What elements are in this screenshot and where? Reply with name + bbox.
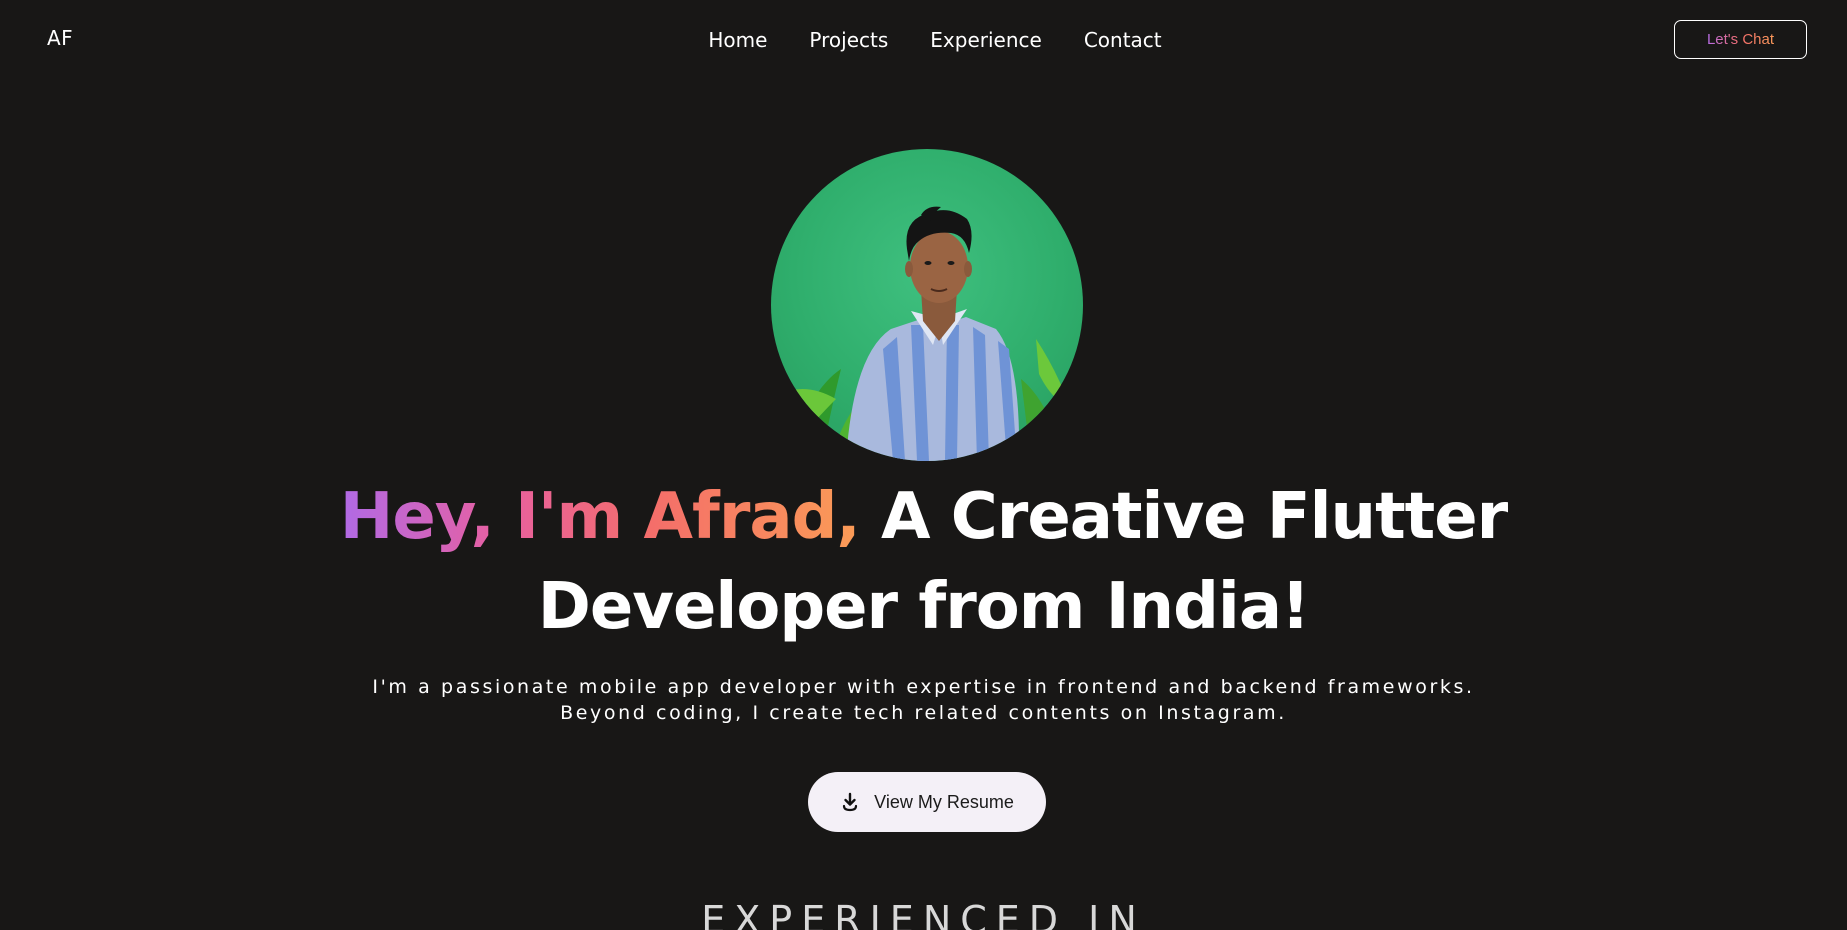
hero-intro-line2: Beyond coding, I create tech related con… <box>560 702 1287 724</box>
experienced-in-heading: EXPERIENCED IN <box>701 898 1146 930</box>
nav-link-projects[interactable]: Projects <box>809 25 888 55</box>
portfolio-page: AF Home Projects Experience Contact Let'… <box>0 0 1847 930</box>
lets-chat-label: Let's Chat <box>1706 31 1775 48</box>
hero-intro: I'm a passionate mobile app developer wi… <box>0 674 1847 726</box>
profile-photo <box>771 206 1071 461</box>
hero-intro-line1: I'm a passionate mobile app developer wi… <box>372 676 1475 698</box>
main-nav: Home Projects Experience Contact <box>0 25 1847 55</box>
download-icon <box>843 792 858 812</box>
view-resume-button[interactable]: View My Resume <box>808 772 1046 832</box>
nav-link-experience[interactable]: Experience <box>930 25 1042 55</box>
nav-link-contact[interactable]: Contact <box>1084 25 1162 55</box>
nav-link-home[interactable]: Home <box>708 25 767 55</box>
hero-headline-line1: A Creative Flutter <box>880 480 1508 554</box>
view-resume-label: View My Resume <box>874 791 1014 812</box>
hero-greeting: Hey, I'm Afrad, <box>339 480 861 554</box>
lets-chat-button[interactable]: Let's Chat <box>1674 20 1807 59</box>
profile-avatar <box>771 149 1083 461</box>
hero-headline: Hey, I'm Afrad, A Creative Flutter Devel… <box>0 472 1847 652</box>
hero-headline-line2: Developer from India! <box>537 570 1310 644</box>
